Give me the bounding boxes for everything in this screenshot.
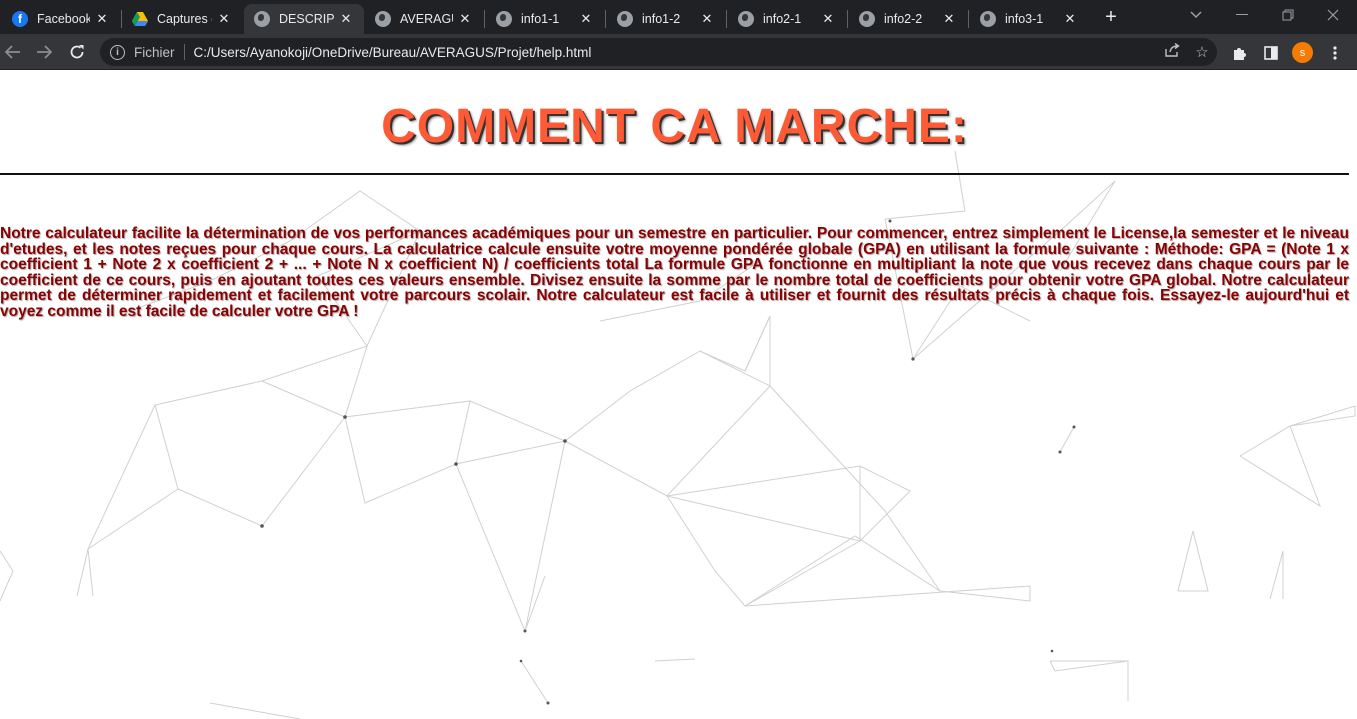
address-bar[interactable]: i Fichier C:/Users/Ayanokoji/OneDrive/Bu… bbox=[100, 38, 1217, 66]
scheme-label: Fichier bbox=[134, 44, 175, 60]
forward-button[interactable] bbox=[31, 38, 57, 66]
bookmark-star-icon[interactable]: ☆ bbox=[1187, 43, 1217, 61]
reload-icon bbox=[70, 45, 84, 59]
close-icon[interactable]: ✕ bbox=[699, 11, 715, 27]
tab-title: Facebook bbox=[37, 12, 90, 26]
menu-kebab-icon[interactable] bbox=[1324, 42, 1346, 64]
globe-icon bbox=[980, 11, 996, 27]
tab-title: Captures d bbox=[157, 12, 212, 26]
page-viewport: COMMENT CA MARCHE: Notre calculateur fac… bbox=[0, 71, 1357, 719]
globe-icon bbox=[375, 11, 391, 27]
tab-title: AVERAGUS bbox=[400, 12, 453, 26]
tab-info2-2[interactable]: info2-2 ✕ bbox=[849, 4, 967, 34]
globe-icon bbox=[617, 11, 633, 27]
omnibox-divider bbox=[183, 44, 185, 60]
network-background-image bbox=[0, 150, 1356, 719]
facebook-icon: f bbox=[12, 11, 28, 27]
tab-description[interactable]: DESCRIPTI ✕ bbox=[244, 4, 364, 34]
info-icon[interactable]: i bbox=[110, 44, 125, 60]
browser-toolbar: i Fichier C:/Users/Ayanokoji/OneDrive/Bu… bbox=[0, 34, 1357, 70]
title-divider bbox=[0, 173, 1349, 175]
restore-icon[interactable] bbox=[1268, 2, 1308, 28]
url-text[interactable]: C:/Users/Ayanokoji/OneDrive/Bureau/AVERA… bbox=[194, 45, 1157, 60]
tab-search-icon[interactable] bbox=[1176, 2, 1216, 28]
tab-separator bbox=[968, 10, 969, 28]
tab-info1-2[interactable]: info1-2 ✕ bbox=[607, 4, 725, 34]
globe-icon bbox=[859, 11, 875, 27]
side-panel-icon[interactable] bbox=[1260, 42, 1282, 64]
tab-strip: f Facebook ✕ Captures d ✕ DESCRIPTI ✕ AV… bbox=[0, 0, 1357, 34]
tab-separator bbox=[847, 10, 848, 28]
extensions-puzzle-icon[interactable] bbox=[1228, 42, 1250, 64]
close-icon[interactable]: ✕ bbox=[820, 11, 836, 27]
new-tab-button[interactable]: + bbox=[1100, 6, 1122, 28]
tab-title: DESCRIPTI bbox=[279, 12, 334, 26]
tab-averagus[interactable]: AVERAGUS ✕ bbox=[365, 4, 483, 34]
tab-title: info2-1 bbox=[763, 12, 802, 26]
close-window-icon[interactable] bbox=[1313, 2, 1353, 28]
tab-info2-1[interactable]: info2-1 ✕ bbox=[728, 4, 846, 34]
tab-title: info1-2 bbox=[642, 12, 681, 26]
close-icon[interactable]: ✕ bbox=[941, 11, 957, 27]
tab-facebook[interactable]: f Facebook ✕ bbox=[2, 4, 120, 34]
tab-separator bbox=[605, 10, 606, 28]
description-paragraph: Notre calculateur facilite la déterminat… bbox=[0, 225, 1349, 320]
tab-separator bbox=[484, 10, 485, 28]
globe-icon bbox=[738, 11, 754, 27]
close-icon[interactable]: ✕ bbox=[1062, 11, 1078, 27]
tab-title: info2-2 bbox=[884, 12, 923, 26]
globe-icon bbox=[254, 11, 270, 27]
minimize-icon[interactable] bbox=[1222, 2, 1262, 28]
profile-avatar[interactable]: s bbox=[1292, 42, 1313, 63]
close-icon[interactable]: ✕ bbox=[578, 11, 594, 27]
tab-captures[interactable]: Captures d ✕ bbox=[122, 4, 242, 34]
globe-icon bbox=[496, 11, 512, 27]
page-title: COMMENT CA MARCHE: bbox=[381, 100, 968, 153]
tab-title: info1-1 bbox=[521, 12, 560, 26]
tab-title: info3-1 bbox=[1005, 12, 1044, 26]
close-icon[interactable]: ✕ bbox=[216, 11, 232, 27]
tab-separator bbox=[726, 10, 727, 28]
close-icon[interactable]: ✕ bbox=[338, 11, 354, 27]
tab-info3-1[interactable]: info3-1 ✕ bbox=[970, 4, 1088, 34]
close-icon[interactable]: ✕ bbox=[94, 11, 110, 27]
close-icon[interactable]: ✕ bbox=[457, 11, 473, 27]
reload-button[interactable] bbox=[64, 38, 90, 66]
back-arrow-icon bbox=[5, 45, 20, 59]
share-icon[interactable] bbox=[1157, 42, 1187, 61]
back-button[interactable] bbox=[0, 38, 26, 66]
forward-arrow-icon bbox=[37, 45, 52, 59]
google-drive-icon bbox=[132, 11, 148, 27]
tab-info1-1[interactable]: info1-1 ✕ bbox=[486, 4, 604, 34]
